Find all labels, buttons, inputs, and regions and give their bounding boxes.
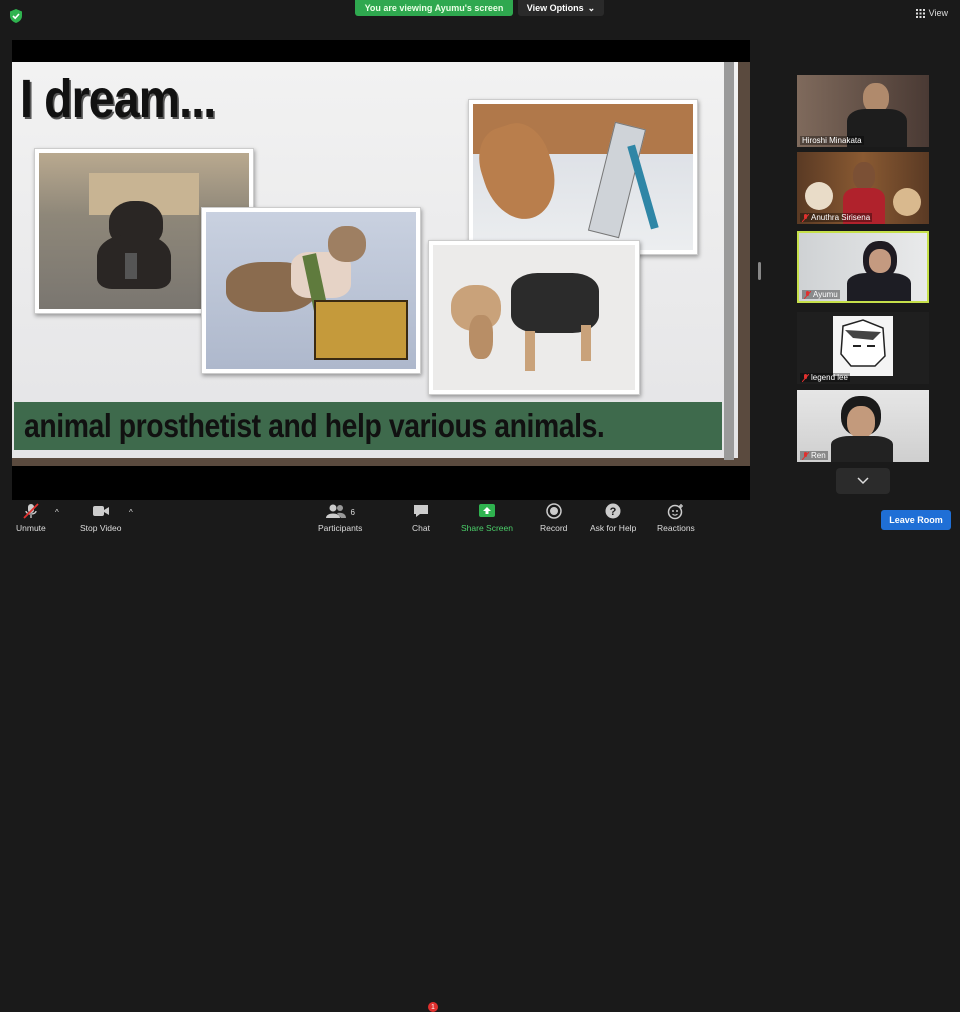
record-label: Record <box>540 523 568 533</box>
reactions-label: Reactions <box>657 523 695 533</box>
participant-tile[interactable]: Ren <box>797 390 929 462</box>
participant-name-label: Anuthra Sirisena <box>800 213 873 222</box>
view-options-label: View Options <box>526 3 584 13</box>
encryption-shield-icon[interactable] <box>8 8 24 24</box>
chat-bubble-icon <box>414 505 428 517</box>
dachshund-photo <box>428 240 640 395</box>
smiley-reaction-icon <box>667 504 683 520</box>
participants-button[interactable]: 6 Participants <box>318 502 362 534</box>
participant-name-label: legend lee <box>800 373 850 382</box>
unmute-button[interactable]: Unmute <box>16 502 46 534</box>
participant-name: legend lee <box>811 373 848 382</box>
participant-name-label: Ren <box>800 451 828 460</box>
ask-for-help-label: Ask for Help <box>590 523 637 533</box>
slide-edge <box>724 62 734 460</box>
stop-video-button[interactable]: Stop Video <box>80 502 121 534</box>
participant-name: Anuthra Sirisena <box>811 213 871 222</box>
grid-icon <box>915 8 925 18</box>
stop-video-label: Stop Video <box>80 523 122 533</box>
video-options-caret-icon[interactable]: ^ <box>129 508 133 517</box>
share-screen-label: Share Screen <box>461 523 513 533</box>
chat-label: Chat <box>412 523 430 533</box>
view-button[interactable]: View <box>915 8 948 18</box>
video-camera-icon <box>92 506 109 516</box>
slide-title: I dream... <box>20 69 216 129</box>
presentation-slide: I dream... animal prosthetist and help v… <box>12 62 738 460</box>
chevron-down-icon <box>857 477 869 485</box>
muted-microphone-icon <box>23 503 39 519</box>
leave-room-button[interactable]: Leave Room <box>881 510 951 530</box>
slide-caption-bar: animal prosthetist and help various anim… <box>14 402 722 450</box>
horse-prosthetic-photo <box>468 99 698 255</box>
participant-tile[interactable]: Hiroshi Minakata <box>797 75 929 147</box>
muted-mic-icon <box>802 373 809 382</box>
scroll-down-button[interactable] <box>836 468 890 494</box>
participant-name: Ayumu <box>813 290 838 299</box>
reactions-button[interactable]: Reactions <box>657 502 695 534</box>
anime-avatar-icon <box>840 319 886 367</box>
participant-tile-active-speaker[interactable]: Ayumu <box>797 231 929 303</box>
participants-icon-group: 6 <box>325 502 355 522</box>
participant-tile[interactable]: legend lee <box>797 312 929 384</box>
share-screen-button[interactable]: Share Screen <box>461 502 513 534</box>
slide-caption: animal prosthetist and help various anim… <box>24 407 605 444</box>
participants-icon <box>326 504 347 518</box>
meeting-toolbar: Unmute ^ Stop Video ^ 6 Participants Cha… <box>0 500 960 1012</box>
avatar <box>833 316 893 376</box>
chevron-down-icon: ⌄ <box>587 2 596 13</box>
participant-name: Hiroshi Minakata <box>800 136 864 145</box>
cat-photo <box>201 207 421 374</box>
record-icon <box>545 503 562 519</box>
ask-for-help-button[interactable]: ? Ask for Help <box>590 502 636 534</box>
chat-button[interactable]: Chat <box>412 502 430 534</box>
muted-mic-icon <box>802 213 809 222</box>
participants-count: 6 <box>350 507 355 517</box>
panel-resize-handle[interactable] <box>758 262 761 280</box>
share-screen-icon <box>478 504 495 517</box>
svg-text:?: ? <box>610 506 617 518</box>
presentation-slide-frame: I dream... animal prosthetist and help v… <box>12 62 750 466</box>
audio-options-caret-icon[interactable]: ^ <box>55 508 59 517</box>
view-label: View <box>928 8 948 18</box>
help-question-icon: ? <box>605 503 621 519</box>
unmute-label: Unmute <box>16 523 46 533</box>
muted-mic-icon <box>804 290 811 299</box>
record-button[interactable]: Record <box>540 502 567 534</box>
muted-mic-icon <box>802 451 809 460</box>
chat-unread-badge: 1 <box>428 1002 438 1012</box>
participants-label: Participants <box>318 523 363 533</box>
participant-tile[interactable]: Anuthra Sirisena <box>797 152 929 224</box>
participant-name: Ren <box>811 451 826 460</box>
participant-name-label: Ayumu <box>802 290 840 299</box>
view-options-button[interactable]: View Options ⌄ <box>518 0 604 16</box>
viewing-screen-banner: You are viewing Ayumu's screen <box>355 0 513 16</box>
